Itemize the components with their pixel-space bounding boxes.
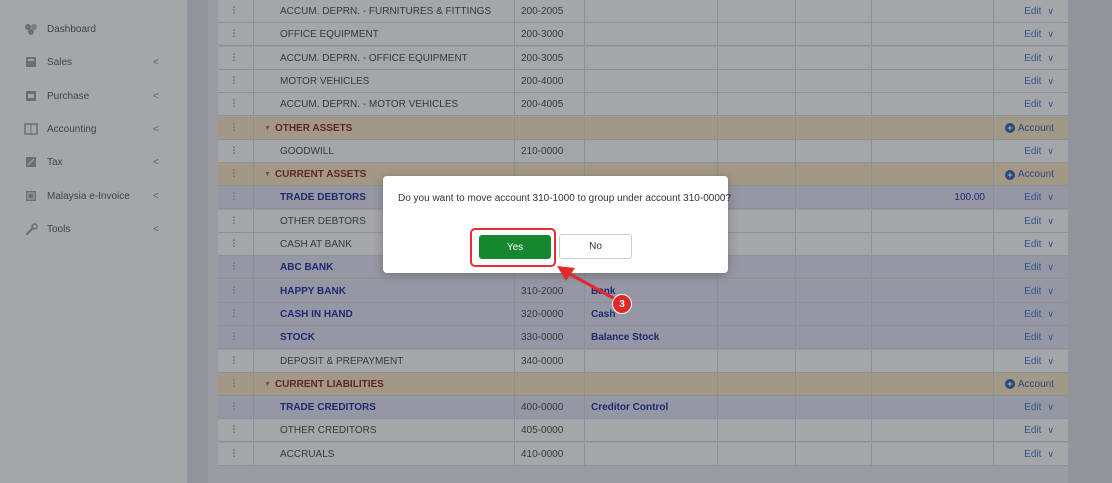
yes-button-highlight xyxy=(470,228,556,267)
step-badge: 3 xyxy=(612,294,632,314)
dialog-message: Do you want to move account 310-1000 to … xyxy=(398,193,732,204)
no-button[interactable]: No xyxy=(559,234,632,259)
